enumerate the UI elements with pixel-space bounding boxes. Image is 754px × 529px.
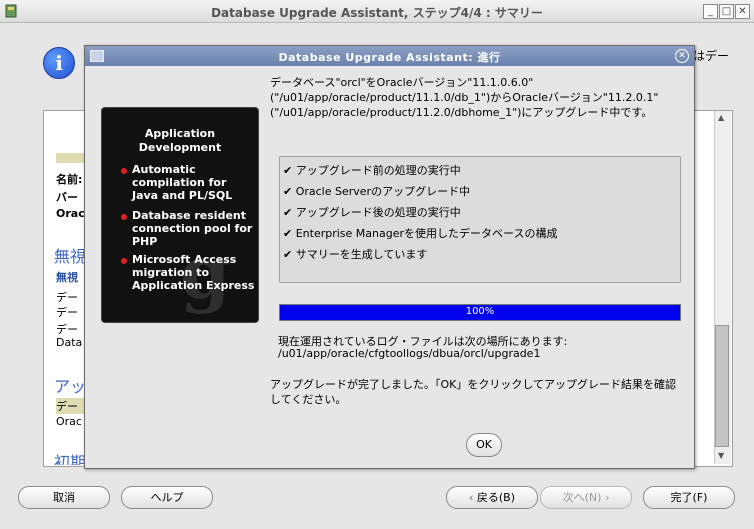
section-heading: 無視 bbox=[54, 247, 87, 266]
window-title: Database Upgrade Assistant, ステップ4/4 : サマ… bbox=[211, 6, 543, 20]
step-item: ✔ アップグレード前の処理の実行中 bbox=[283, 164, 461, 177]
progress-dialog: Database Upgrade Assistant: 進行 ✕ g Appli… bbox=[84, 45, 695, 469]
scroll-down-icon[interactable]: ▼ bbox=[718, 451, 724, 460]
completion-message: アップグレードが完了しました。「OK」をクリックしてアップグレード結果を確認して… bbox=[270, 378, 677, 406]
progress-label: 100% bbox=[465, 306, 495, 317]
log-file-path: /u01/app/oracle/cfgtoollogs/dbua/orcl/up… bbox=[278, 347, 541, 360]
scrollbar-thumb[interactable] bbox=[715, 325, 729, 447]
bullet-icon bbox=[121, 168, 127, 174]
maximize-icon[interactable]: □ bbox=[719, 4, 734, 19]
step-item: ✔ アップグレード後の処理の実行中 bbox=[283, 206, 461, 219]
window-titlebar[interactable]: Database Upgrade Assistant, ステップ4/4 : サマ… bbox=[0, 0, 754, 23]
close-icon[interactable]: ✕ bbox=[675, 49, 689, 63]
bullet-icon bbox=[121, 214, 127, 220]
step-item: ✔ Enterprise Managerを使用したデータベースの構成 bbox=[283, 227, 558, 240]
summary-line: バー bbox=[56, 191, 78, 204]
info-icon: i bbox=[43, 47, 75, 79]
close-icon[interactable]: ✕ bbox=[735, 4, 750, 19]
back-button[interactable]: ‹ 戻る(B) bbox=[446, 486, 538, 509]
chevron-right-icon: › bbox=[604, 491, 610, 504]
next-button-label: 次へ(N) bbox=[562, 491, 602, 504]
upgrade-description: データベース"orcl"をOracleバージョン"11.1.0.6.0"("/u… bbox=[270, 76, 659, 119]
finish-button[interactable]: 完了(F) bbox=[643, 486, 735, 509]
minimize-icon[interactable]: _ bbox=[703, 4, 718, 19]
step-item: ✔ サマリーを生成しています bbox=[283, 248, 428, 261]
summary-line: デー bbox=[56, 398, 86, 414]
section-heading: 初期 bbox=[54, 453, 87, 465]
summary-line: Data bbox=[56, 336, 83, 349]
promo-item: Automatic compilation for Java and PL/SQ… bbox=[132, 163, 233, 202]
promo-banner: g Application Development Automatic comp… bbox=[101, 107, 259, 323]
summary-line: デー bbox=[56, 323, 78, 336]
back-button-label: 戻る(B) bbox=[476, 491, 516, 504]
promo-item: Microsoft Access migration to Applicatio… bbox=[132, 253, 255, 292]
summary-line: 名前: bbox=[56, 173, 83, 186]
section-link[interactable]: 無視 bbox=[56, 269, 78, 285]
summary-line: デー bbox=[56, 291, 78, 304]
promo-item: Database resident connection pool for PH… bbox=[132, 209, 253, 248]
cancel-button[interactable]: 取消 bbox=[18, 486, 110, 509]
header-text-fragment: はデー bbox=[693, 49, 730, 63]
summary-line: Orac bbox=[56, 415, 82, 428]
dialog-title: Database Upgrade Assistant: 進行 bbox=[278, 51, 501, 64]
bullet-icon bbox=[121, 258, 127, 264]
progress-bar: 100% bbox=[279, 304, 681, 321]
next-button[interactable]: 次へ(N) › bbox=[540, 486, 632, 509]
section-heading: アッ bbox=[54, 377, 87, 396]
promo-title: Application Development bbox=[138, 127, 222, 154]
scroll-up-icon[interactable]: ▲ bbox=[718, 113, 724, 122]
step-item: ✔ Oracle Serverのアップグレード中 bbox=[283, 185, 471, 198]
ok-button[interactable]: OK bbox=[466, 433, 502, 457]
steps-list: ✔ アップグレード前の処理の実行中 ✔ Oracle Serverのアップグレー… bbox=[279, 156, 681, 283]
help-button[interactable]: ヘルプ bbox=[121, 486, 213, 509]
summary-line: デー bbox=[56, 306, 78, 319]
summary-line: Orac bbox=[56, 207, 85, 220]
chevron-left-icon: ‹ bbox=[468, 491, 474, 504]
dialog-titlebar[interactable]: Database Upgrade Assistant: 進行 ✕ bbox=[85, 46, 694, 66]
